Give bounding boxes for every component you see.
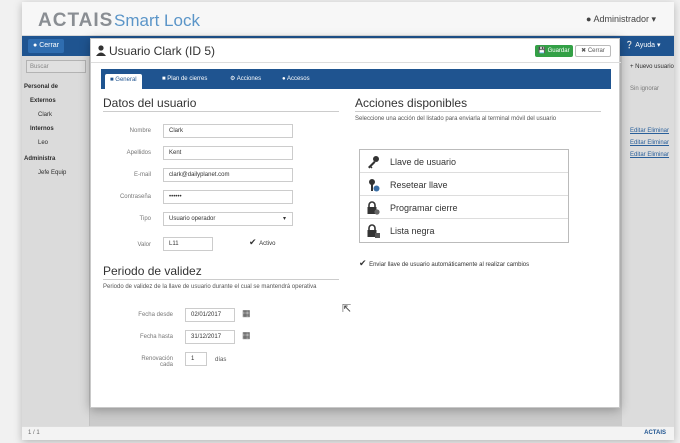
tab-accesos-label: Accesos [286, 76, 310, 82]
tab-general[interactable]: ■ General [105, 74, 142, 89]
validity-description: Periodo de validez de la llave de usuari… [103, 284, 317, 290]
dialog-header: Usuario Clark (ID 5) 💾 Guardar ✖ Cerrar [91, 39, 621, 63]
user-dialog: Usuario Clark (ID 5) 💾 Guardar ✖ Cerrar … [90, 38, 621, 408]
type-select[interactable]: Usuario operador ▾ [163, 212, 293, 226]
top-bar: ACTAIS Smart Lock ● Administrador ▾ [22, 2, 674, 36]
action-blacklist[interactable]: Lista negra [360, 219, 568, 242]
email-label: E-mail [133, 172, 151, 178]
action-user-key[interactable]: Llave de usuario [360, 150, 568, 173]
date-to-label: Fecha hasta [139, 334, 173, 340]
tab-plan-cierres-label: Plan de cierres [167, 76, 208, 82]
check-icon: ✔ [359, 258, 367, 268]
email-field[interactable]: clark@dailyplanet.com [163, 168, 293, 182]
surname-field[interactable]: Kent [163, 146, 293, 160]
nav-cerrar-button[interactable]: ● Cerrar [28, 39, 65, 53]
tab-bar: ■ General ■ Plan de cierres ⚙ Acciones ●… [101, 69, 611, 89]
action-label: Lista negra [390, 226, 435, 236]
chevron-down-icon: ▾ [282, 216, 286, 222]
section-divider [103, 111, 339, 112]
footer-brand: ACTAIS [644, 430, 666, 436]
section-title-actions: Acciones disponibles [355, 96, 468, 110]
help-label: Ayuda [635, 42, 656, 49]
renew-unit: días [215, 357, 227, 363]
type-label: Tipo [139, 216, 151, 222]
date-to-field[interactable]: 31/12/2017 [185, 330, 235, 344]
lock-program-icon [367, 201, 380, 215]
type-value: Usuario operador [169, 216, 216, 222]
name-field[interactable]: Clark [163, 124, 293, 138]
user-menu[interactable]: ● Administrador ▾ [586, 14, 656, 25]
tab-acciones[interactable]: ⚙ Acciones [225, 73, 266, 89]
close-label: Cerrar [587, 48, 605, 54]
password-label: Contraseña [119, 194, 151, 200]
active-checkbox[interactable]: ✔ Activo [249, 237, 275, 248]
nav-cerrar-label: Cerrar [39, 42, 60, 49]
action-reset-key[interactable]: Resetear llave [360, 173, 568, 196]
key-icon [368, 156, 379, 169]
brand-logo: ACTAIS [38, 10, 114, 31]
save-label: Guardar [547, 48, 570, 54]
user-name: Administrador [593, 14, 649, 24]
section-title-validity: Periodo de validez [103, 264, 202, 278]
mouse-cursor-icon: ⇱ [342, 303, 352, 315]
blacklist-icon [367, 224, 380, 238]
help-menu[interactable]: ❔ Ayuda ▾ [620, 39, 666, 53]
dialog-title: Usuario Clark (ID 5) [109, 44, 216, 58]
tab-acciones-label: Acciones [236, 76, 262, 82]
pager-text: 1 / 1 [28, 430, 40, 436]
section-divider [103, 279, 339, 280]
save-button[interactable]: 💾 Guardar [535, 45, 573, 57]
value-field[interactable]: L11 [163, 237, 213, 251]
calendar-icon[interactable]: ▦ [242, 308, 251, 319]
tab-accesos[interactable]: ● Accesos [277, 73, 315, 89]
surname-label: Apellidos [126, 150, 151, 156]
product-name: Smart Lock [114, 11, 200, 30]
action-label: Resetear llave [390, 180, 448, 190]
auto-send-label: Enviar llave de usuario automáticamente … [369, 262, 530, 268]
check-icon: ✔ [249, 237, 257, 247]
user-icon [96, 45, 106, 56]
actions-description: Seleccione una acción del listado para e… [355, 116, 557, 122]
action-program-lock[interactable]: Programar cierre [360, 196, 568, 219]
close-button[interactable]: ✖ Cerrar [575, 45, 611, 57]
section-title-user: Datos del usuario [103, 96, 197, 110]
date-from-field[interactable]: 02/01/2017 [185, 308, 235, 322]
name-label: Nombre [129, 128, 151, 134]
tab-general-label: General [115, 77, 137, 83]
auto-send-checkbox[interactable]: ✔ Enviar llave de usuario automáticament… [359, 258, 529, 269]
date-from-label: Fecha desde [138, 312, 173, 318]
tab-plan-cierres[interactable]: ■ Plan de cierres [157, 73, 212, 89]
renew-field[interactable]: 1 [185, 352, 207, 366]
active-label: Activo [259, 241, 276, 247]
value-label: Valor [137, 242, 151, 248]
password-field[interactable]: •••••• [163, 190, 293, 204]
action-label: Llave de usuario [390, 157, 457, 167]
reset-key-icon [369, 179, 380, 192]
actions-list: Llave de usuario Resetear llave Programa… [359, 149, 569, 243]
section-divider [355, 111, 601, 112]
action-label: Programar cierre [390, 203, 458, 213]
status-bar: 1 / 1 ACTAIS [22, 426, 674, 440]
renew-label: Renovación cada [141, 356, 173, 368]
app-window: ACTAIS Smart Lock ● Administrador ▾ ● Ce… [22, 2, 674, 440]
calendar-icon[interactable]: ▦ [242, 330, 251, 341]
